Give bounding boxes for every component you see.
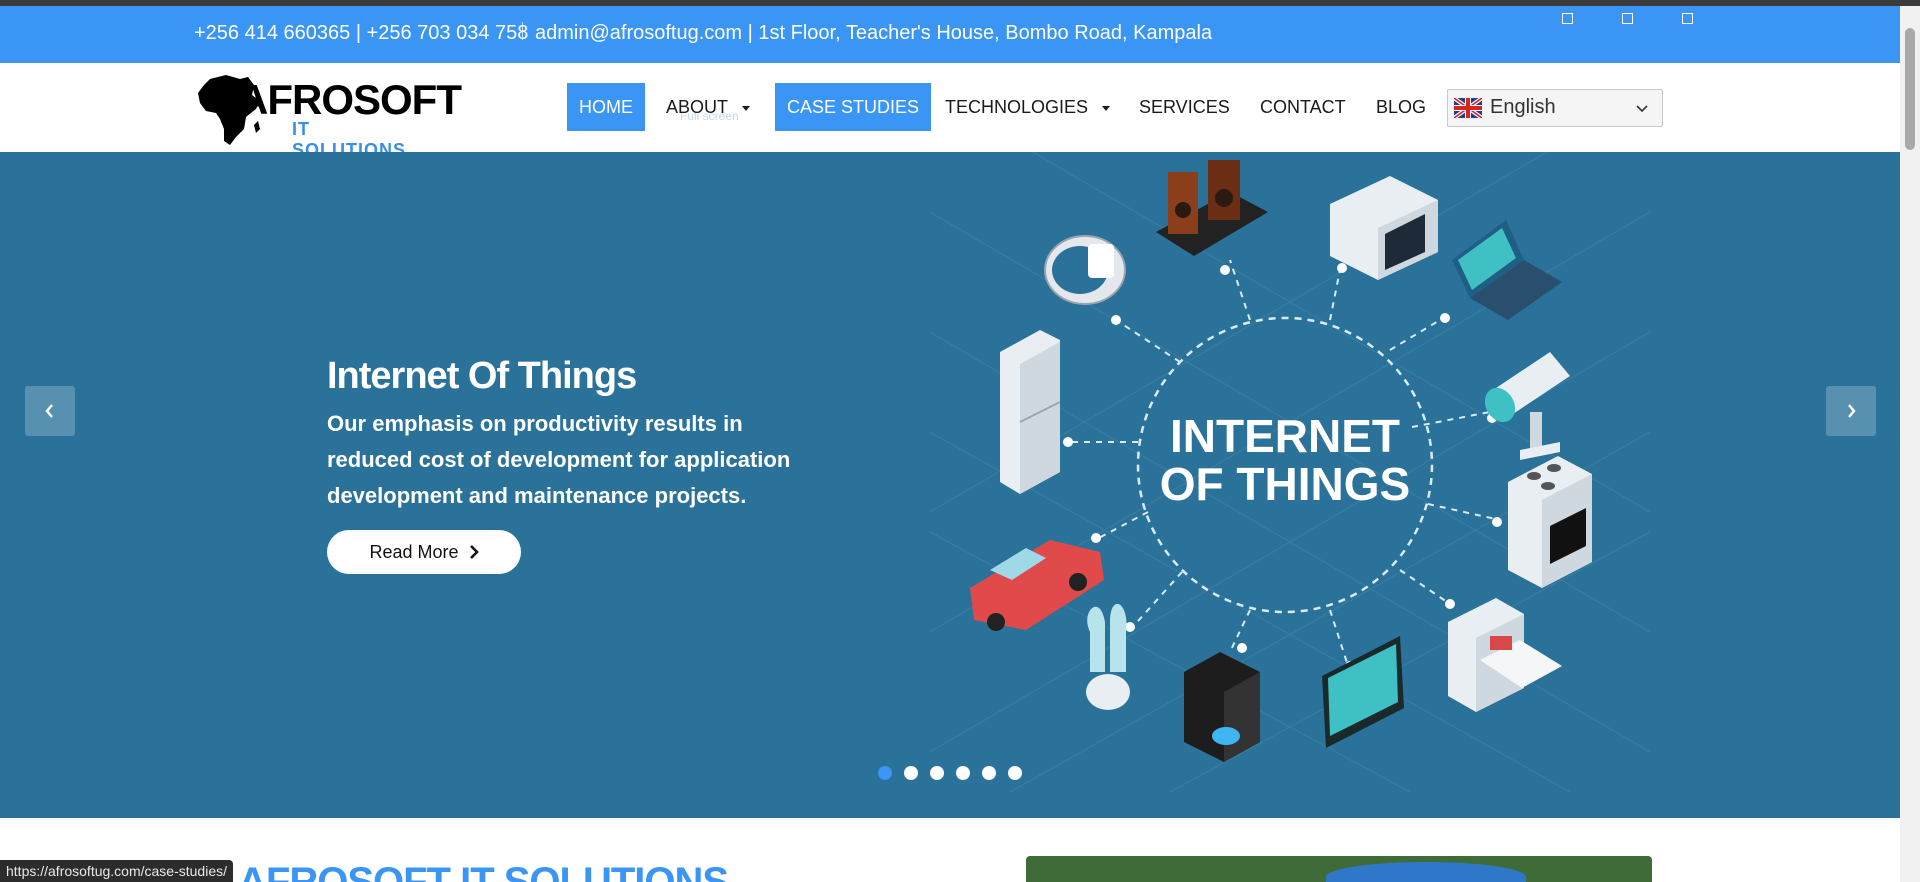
nav-contact[interactable]: CONTACT — [1248, 83, 1358, 131]
lightbulb-icon — [1086, 603, 1130, 710]
security-camera-icon — [1484, 352, 1570, 460]
slider-next-button[interactable] — [1826, 386, 1876, 436]
nav-technologies-label: TECHNOLOGIES — [945, 97, 1089, 117]
logo-wordmark: AFROSOFT — [238, 76, 462, 123]
nav-home-label: HOME — [579, 97, 633, 117]
slide-description: Our emphasis on productivity results in … — [327, 411, 791, 508]
dishwasher-icon — [1448, 598, 1562, 712]
page: +256 414 660365 | +256 703 034 758 admin… — [0, 0, 1920, 882]
scrollbar-thumb[interactable] — [1905, 28, 1915, 150]
chevron-down-icon — [1636, 105, 1648, 113]
language-label: English — [1490, 96, 1556, 118]
iot-heading-1: INTERNET — [1170, 410, 1400, 462]
email-address[interactable]: admin@afrosoftug.com | 1st Floor, Teache… — [535, 22, 1212, 45]
status-bar-url: https://afrosoftug.com/case-studies/ — [0, 860, 233, 882]
nav-about[interactable]: ABOUT — [654, 83, 762, 131]
section-photo — [1026, 856, 1652, 882]
slider-prev-button[interactable] — [25, 386, 75, 436]
nav-blog[interactable]: BLOG — [1364, 83, 1438, 131]
chevron-right-icon — [469, 545, 479, 559]
slider-dot-5[interactable] — [982, 766, 996, 780]
chevron-left-icon — [45, 404, 53, 418]
page-scrollbar[interactable] — [1900, 6, 1920, 882]
phone-numbers[interactable]: +256 414 660365 | +256 703 034 758 — [194, 22, 528, 45]
slider-dot-2[interactable] — [904, 766, 918, 780]
language-select[interactable]: English — [1447, 89, 1663, 127]
slider-dot-3[interactable] — [930, 766, 944, 780]
site-header: AFROSOFT IT SOLUTIONS Full screen HOME A… — [0, 63, 1900, 160]
smartwatch-icon — [1044, 235, 1126, 305]
car-icon — [970, 540, 1104, 631]
twitter-icon[interactable] — [1622, 13, 1633, 24]
nav-technologies[interactable]: TECHNOLOGIES — [933, 83, 1122, 131]
nav-services[interactable]: SERVICES — [1127, 83, 1242, 131]
linkedin-icon[interactable] — [1682, 13, 1693, 24]
tv-icon — [1322, 636, 1404, 748]
nav-contact-label: CONTACT — [1260, 97, 1346, 117]
nav-services-label: SERVICES — [1139, 97, 1230, 117]
caret-down-icon — [742, 105, 751, 111]
iot-heading-2: OF THINGS — [1160, 458, 1410, 510]
fridge-icon — [1000, 330, 1061, 494]
site-logo[interactable]: AFROSOFT IT SOLUTIONS — [196, 73, 462, 160]
slide-title: Internet Of Things — [327, 355, 637, 397]
slider-dot-6[interactable] — [1008, 766, 1022, 780]
facebook-icon[interactable] — [1562, 13, 1573, 24]
divider — [522, 22, 523, 40]
top-info-bar: +256 414 660365 | +256 703 034 758 admin… — [0, 6, 1900, 63]
nav-blog-label: BLOG — [1376, 97, 1427, 117]
microwave-icon — [1330, 176, 1438, 280]
slider-dot-4[interactable] — [956, 766, 970, 780]
photo-detail — [1326, 862, 1526, 882]
coffee-machine-icon — [1184, 652, 1260, 762]
speakers-icon — [1156, 160, 1268, 256]
section-title: AFROSOFT IT SOLUTIONS — [238, 860, 729, 882]
nav-home[interactable]: HOME — [567, 83, 645, 131]
read-more-button[interactable]: Read More — [327, 530, 521, 574]
caret-down-icon — [1102, 105, 1111, 111]
nav-case-studies-label: CASE STUDIES — [787, 97, 920, 117]
chevron-right-icon — [1848, 404, 1856, 418]
uk-flag-icon — [1454, 98, 1482, 118]
hero-slider: Internet Of Things Our emphasis on produ… — [0, 152, 1900, 818]
slider-dot-1[interactable] — [878, 766, 892, 780]
nav-case-studies[interactable]: CASE STUDIES — [775, 83, 932, 131]
laptop-icon — [1452, 220, 1562, 320]
nav-about-label: ABOUT — [666, 97, 729, 117]
stove-icon — [1508, 456, 1592, 588]
iot-illustration: INTERNET OF THINGS — [930, 152, 1650, 792]
slider-dots — [878, 766, 1022, 780]
read-more-label: Read More — [369, 541, 459, 562]
